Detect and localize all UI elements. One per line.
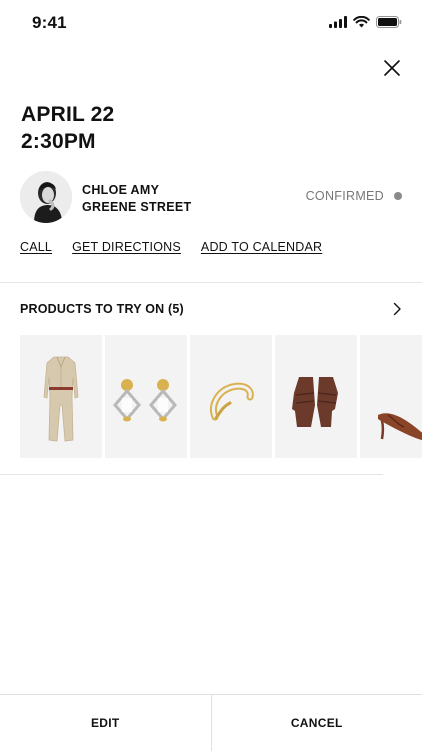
bracelet-icon (190, 335, 272, 458)
divider (0, 474, 383, 475)
battery-icon (376, 16, 402, 28)
appointment-date: APRIL 22 (21, 101, 114, 128)
products-header[interactable]: PRODUCTS TO TRY ON (5) (20, 302, 184, 316)
close-icon[interactable] (381, 57, 403, 79)
avatar (20, 171, 72, 223)
status-text: CONFIRMED (306, 189, 384, 203)
status-icons (329, 16, 402, 28)
wifi-icon (353, 16, 370, 28)
cancel-button[interactable]: CANCEL (212, 695, 422, 751)
status-time: 9:41 (32, 13, 67, 33)
signal-icon (329, 16, 347, 28)
status-badge: CONFIRMED (306, 189, 402, 203)
product-tile-heel[interactable] (360, 335, 422, 458)
status-bar: 9:41 (0, 0, 422, 46)
appointment-datetime: APRIL 22 2:30PM (21, 101, 114, 155)
product-tile-gloves[interactable] (275, 335, 357, 458)
divider (0, 282, 422, 283)
earrings-icon (105, 335, 187, 458)
appointment-location: GREENE STREET (82, 199, 191, 216)
jumpsuit-icon (20, 335, 102, 458)
product-tile-bracelet[interactable] (190, 335, 272, 458)
get-directions-link[interactable]: GET DIRECTIONS (72, 240, 181, 254)
gloves-icon (275, 335, 357, 458)
add-to-calendar-link[interactable]: ADD TO CALENDAR (201, 240, 322, 254)
appointment-time: 2:30PM (21, 128, 114, 155)
client-name: CHLOE AMY (82, 182, 191, 199)
chevron-right-icon[interactable] (392, 302, 402, 316)
product-tile-jumpsuit[interactable] (20, 335, 102, 458)
appointment-actions: CALL GET DIRECTIONS ADD TO CALENDAR (20, 240, 322, 254)
product-tile-earrings[interactable] (105, 335, 187, 458)
edit-button[interactable]: EDIT (0, 695, 211, 751)
product-carousel[interactable] (20, 335, 422, 458)
status-dot (394, 192, 402, 200)
bottom-action-bar: EDIT CANCEL (0, 694, 422, 751)
client-info: CHLOE AMY GREENE STREET (82, 182, 191, 216)
call-link[interactable]: CALL (20, 240, 52, 254)
heel-icon (360, 335, 422, 458)
